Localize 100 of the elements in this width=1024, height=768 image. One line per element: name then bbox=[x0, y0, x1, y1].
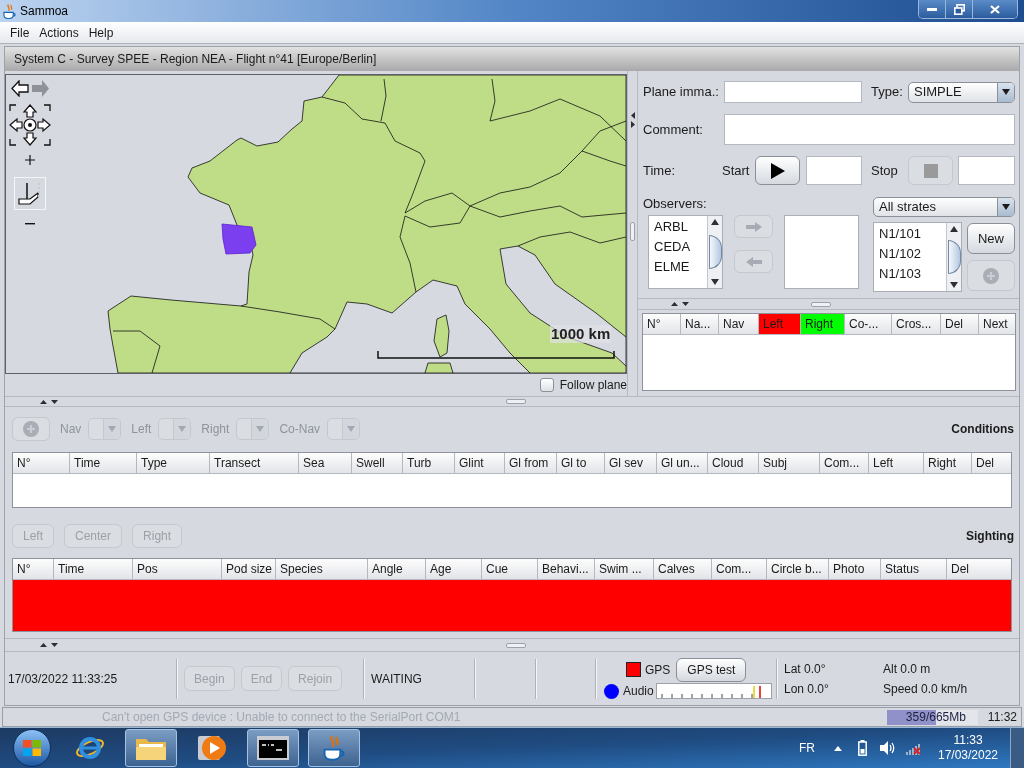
column-header[interactable]: Time bbox=[70, 453, 137, 474]
column-header[interactable]: N° bbox=[13, 559, 54, 580]
scale-label: 1000 km bbox=[550, 325, 612, 343]
list-item[interactable]: ARBL bbox=[649, 217, 707, 237]
column-header[interactable]: Cue bbox=[482, 559, 538, 580]
column-header[interactable]: Subj bbox=[759, 453, 820, 474]
gps-test-button[interactable]: GPS test bbox=[676, 657, 747, 682]
type-dropdown[interactable]: SIMPLE bbox=[908, 81, 1015, 103]
column-header[interactable]: Co-... bbox=[845, 314, 892, 335]
menu-item[interactable]: Actions bbox=[34, 23, 84, 42]
column-header[interactable]: Behavi... bbox=[538, 559, 595, 580]
scrollbar-thumb[interactable] bbox=[708, 235, 722, 269]
new-strata-button[interactable]: New bbox=[967, 223, 1015, 254]
list-item[interactable]: CEDA bbox=[649, 237, 707, 257]
back-arrow-icon[interactable] bbox=[11, 80, 29, 97]
list-item[interactable]: N1/101 bbox=[874, 224, 946, 244]
list-item[interactable]: ELME bbox=[649, 257, 707, 277]
restore-button[interactable] bbox=[946, 0, 973, 18]
comment-field[interactable] bbox=[724, 114, 1015, 145]
column-header[interactable]: Pos bbox=[133, 559, 222, 580]
start-time-field[interactable] bbox=[806, 156, 862, 185]
column-header[interactable]: Age bbox=[426, 559, 482, 580]
latitude-text: Lat 0.0° bbox=[784, 660, 827, 678]
column-header[interactable]: Time bbox=[54, 559, 133, 580]
column-header[interactable]: Type bbox=[137, 453, 210, 474]
column-header[interactable]: Left bbox=[759, 314, 801, 335]
minimize-button[interactable] bbox=[919, 0, 946, 18]
column-header[interactable]: Sea bbox=[299, 453, 352, 474]
column-header[interactable]: Turb bbox=[403, 453, 455, 474]
splitter-grip-icon bbox=[506, 642, 526, 648]
taskbar-app-button[interactable] bbox=[247, 729, 299, 767]
column-header[interactable]: Glint bbox=[455, 453, 505, 474]
column-header[interactable]: Transect bbox=[210, 453, 299, 474]
column-header[interactable]: Right bbox=[924, 453, 972, 474]
strata-filter-dropdown[interactable]: All strates bbox=[873, 197, 1015, 217]
list-item[interactable]: N1/102 bbox=[874, 244, 946, 264]
triangle-down-icon bbox=[51, 643, 58, 647]
column-header[interactable]: Right bbox=[801, 314, 845, 335]
column-header[interactable]: Com... bbox=[820, 453, 869, 474]
show-desktop-button[interactable] bbox=[1010, 728, 1024, 768]
column-header[interactable]: Status bbox=[881, 559, 947, 580]
column-header[interactable]: Nav bbox=[719, 314, 759, 335]
stop-icon bbox=[923, 163, 938, 178]
clock-date[interactable]: 17/03/2022 bbox=[937, 748, 999, 763]
column-header[interactable]: Cloud bbox=[708, 453, 759, 474]
field-label: Type: bbox=[871, 83, 904, 102]
column-header[interactable]: N° bbox=[643, 314, 681, 335]
taskbar-app-button[interactable] bbox=[125, 729, 177, 767]
plane-registration-field[interactable] bbox=[724, 81, 862, 103]
column-header[interactable]: Calves bbox=[654, 559, 712, 580]
observers-list[interactable]: ARBL CEDA ELME bbox=[648, 215, 723, 289]
column-header[interactable]: Gl from bbox=[505, 453, 557, 474]
column-header[interactable]: Gl to bbox=[557, 453, 605, 474]
column-header[interactable]: Swim ... bbox=[595, 559, 654, 580]
column-header[interactable]: Del bbox=[972, 453, 1011, 474]
column-header[interactable]: Swell bbox=[352, 453, 403, 474]
play-icon bbox=[770, 162, 785, 179]
zoom-in-icon[interactable] bbox=[25, 155, 35, 165]
list-item[interactable]: N1/103 bbox=[874, 264, 946, 284]
start-button[interactable] bbox=[13, 729, 51, 767]
column-header[interactable]: Next bbox=[979, 314, 1015, 335]
battery-icon[interactable] bbox=[858, 740, 867, 756]
column-header[interactable]: Left bbox=[869, 453, 924, 474]
triangle-up-icon bbox=[671, 302, 678, 306]
column-header[interactable]: Pod size bbox=[222, 559, 276, 580]
scrollbar[interactable] bbox=[707, 216, 722, 288]
speaker-icon[interactable] bbox=[880, 741, 896, 755]
menu-item[interactable]: Help bbox=[83, 23, 119, 42]
column-header[interactable]: Cros... bbox=[892, 314, 941, 335]
column-header[interactable]: Del bbox=[941, 314, 979, 335]
signal-icon[interactable] bbox=[906, 741, 922, 755]
strata-list[interactable]: N1/101 N1/102 N1/103 bbox=[873, 222, 962, 292]
island bbox=[433, 314, 450, 358]
column-header[interactable]: Na... bbox=[681, 314, 719, 335]
close-button[interactable] bbox=[973, 0, 1017, 18]
stop-time-field[interactable] bbox=[958, 156, 1015, 185]
selected-observers-list[interactable] bbox=[784, 215, 859, 289]
follow-plane-checkbox[interactable] bbox=[539, 378, 554, 392]
menu-item[interactable]: File bbox=[5, 23, 35, 42]
column-header[interactable]: N° bbox=[13, 453, 70, 474]
column-header[interactable]: Gl sev bbox=[605, 453, 657, 474]
column-header[interactable]: Del bbox=[947, 559, 1011, 580]
taskbar-app-button[interactable] bbox=[308, 729, 360, 767]
column-header[interactable]: Gl un... bbox=[657, 453, 708, 474]
clock-time[interactable]: 11:33 bbox=[953, 733, 983, 748]
frame-title: System C - Survey SPEE - Region NEA - Flight n°41 [Europe/Berlin] bbox=[5, 47, 1019, 71]
checkbox-label[interactable]: Follow plane bbox=[559, 376, 627, 394]
column-header[interactable]: Species bbox=[276, 559, 368, 580]
triangle-up-icon bbox=[40, 643, 47, 647]
column-header[interactable]: Photo bbox=[829, 559, 881, 580]
scrollbar-thumb[interactable] bbox=[947, 240, 961, 274]
column-header[interactable]: Angle bbox=[368, 559, 426, 580]
column-header[interactable]: Com... bbox=[712, 559, 767, 580]
language-indicator[interactable]: FR bbox=[799, 739, 815, 757]
scrollbar[interactable] bbox=[946, 223, 961, 291]
zoom-slider-icon[interactable] bbox=[14, 177, 46, 210]
caret-down-icon bbox=[178, 426, 187, 432]
start-button[interactable] bbox=[755, 156, 800, 185]
pan-control-icon[interactable] bbox=[9, 104, 51, 146]
column-header[interactable]: Circle b... bbox=[767, 559, 829, 580]
